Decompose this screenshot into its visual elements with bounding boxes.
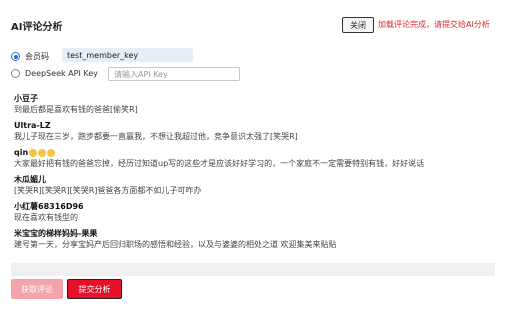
fetch-comments-button[interactable]: 获取评论 [11,279,63,299]
comment-author: qin [14,148,29,157]
comment-text: 大家最好把有钱的爸爸忘掉，经历过知道up写的这些才是应该好好学习的，一个家庭不一… [14,159,425,168]
comment-author: 小豆子 [14,94,38,103]
api-key-option[interactable]: DeepSeek API Key [11,69,98,78]
comment-item: 木瓜媚儿 [笑哭R][笑哭R][笑哭R]爸爸各方面都不如儿子可咋办 [14,175,494,196]
status-message: 加载评论完成，请提交给AI分析 [378,20,490,29]
comment-text: 现在喜欢有钱型的 [14,213,78,222]
comment-text: 建号第一天，分享宝妈产后回归职场的感悟和经验，以及与婆婆的相处之道 欢迎集美来贴… [14,240,337,249]
comment-item: 小豆子 到最后都是喜欢有钱的爸爸[偷笑R] [14,94,494,115]
emoji-icon [29,149,38,157]
member-key-label: 会员码 [25,52,49,61]
emoji-icon [47,149,56,157]
comment-author: 小红薯68316D96 [14,202,84,211]
comment-author: 米宝宝的梯样妈妈-果果 [14,229,98,238]
api-key-label: DeepSeek API Key [25,69,98,78]
analysis-output-bar [11,263,495,276]
comment-text: 我儿子现在三岁，跑步都要一直赢我，不想让我超过他，竞争意识太强了[笑哭R] [14,132,298,141]
member-key-input[interactable]: test_member_key [62,48,193,62]
api-key-input[interactable]: 请输入API Key [108,67,240,81]
close-button[interactable]: 关闭 [342,17,374,33]
comment-author: 木瓜媚儿 [14,175,46,184]
comment-item: 小红薯68316D96 现在喜欢有钱型的 [14,202,494,223]
comment-author: Ultra-LZ [14,121,51,130]
comment-author-row: qin [14,148,494,158]
comment-item: Ultra-LZ 我儿子现在三岁，跑步都要一直赢我，不想让我超过他，竞争意识太强… [14,121,494,142]
member-key-radio[interactable] [11,52,20,61]
comment-item: 米宝宝的梯样妈妈-果果 建号第一天，分享宝妈产后回归职场的感悟和经验，以及与婆婆… [14,229,494,250]
comment-text: 到最后都是喜欢有钱的爸爸[偷笑R] [14,105,138,114]
page-title: AI评论分析 [11,22,63,33]
emoji-icon [38,149,47,157]
member-key-option[interactable]: 会员码 [11,51,49,62]
comment-item: qin 大家最好把有钱的爸爸忘掉，经历过知道up写的这些才是应该好好学习的，一个… [14,148,494,169]
comment-list: 小豆子 到最后都是喜欢有钱的爸爸[偷笑R] Ultra-LZ 我儿子现在三岁，跑… [14,94,494,256]
comment-text: [笑哭R][笑哭R][笑哭R]爸爸各方面都不如儿子可咋办 [14,186,202,195]
api-key-radio[interactable] [11,69,20,78]
submit-analysis-button[interactable]: 提交分析 [67,279,122,299]
